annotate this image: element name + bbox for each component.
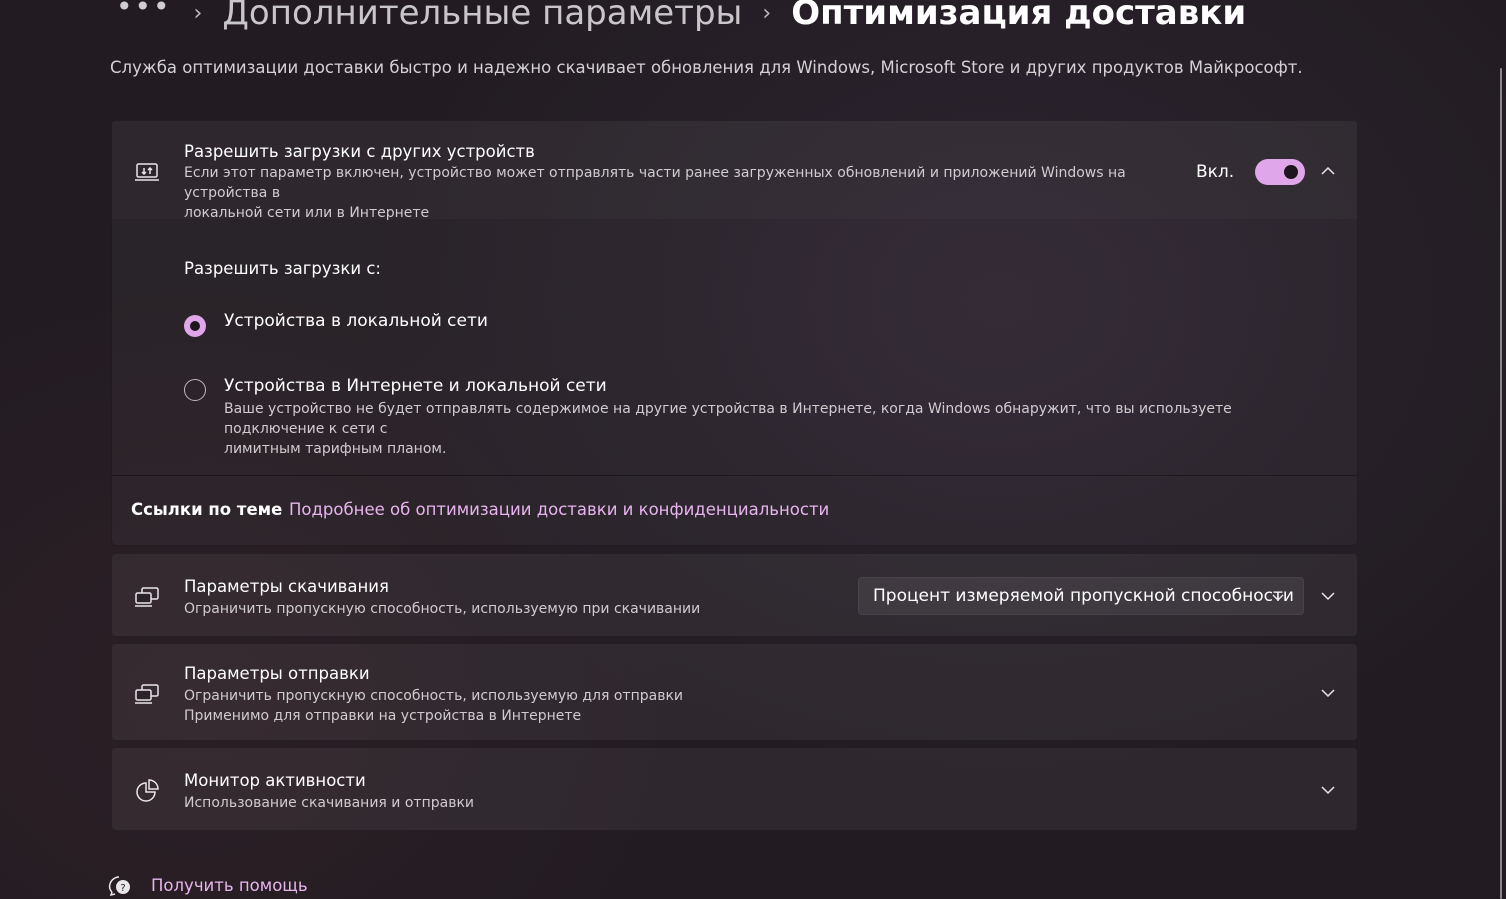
radio-local-network-label[interactable]: Устройства в локальной сети xyxy=(224,311,488,331)
allow-downloads-toggle[interactable] xyxy=(1255,159,1305,185)
allow-downloads-subtitle: Если этот параметр включен, устройство м… xyxy=(184,163,1184,223)
related-links: Ссылки по теме Подробнее об оптимизации … xyxy=(111,475,1358,546)
activity-monitor-subtitle: Использование скачивания и отправки xyxy=(184,795,474,811)
activity-monitor-title: Монитор активности xyxy=(184,771,366,790)
toggle-state-label: Вкл. xyxy=(1196,162,1235,182)
allow-downloads-expanded: Разрешить загрузки с: Устройства в локал… xyxy=(111,219,1358,475)
pie-chart-icon xyxy=(136,779,159,802)
breadcrumb-parent-link[interactable]: Дополнительные параметры xyxy=(222,0,742,33)
radio-internet-and-local[interactable] xyxy=(184,379,206,401)
chevron-right-icon: › xyxy=(193,0,203,26)
breadcrumb: ••• › Дополнительные параметры › Оптимиз… xyxy=(116,0,1246,40)
download-limit-dropdown[interactable]: Процент измеряемой пропускной способност… xyxy=(858,577,1304,615)
radio-description-line1: Ваше устройство не будет отправлять соде… xyxy=(224,401,1232,437)
pc-sync-icon xyxy=(135,163,159,181)
toggle-knob xyxy=(1284,165,1298,179)
activity-monitor-card[interactable]: Монитор активности Использование скачива… xyxy=(111,747,1358,831)
allow-from-label: Разрешить загрузки с: xyxy=(184,259,381,278)
upload-settings-card[interactable]: Параметры отправки Ограничить пропускную… xyxy=(111,643,1358,741)
devices-icon xyxy=(135,684,159,704)
allow-downloads-title: Разрешить загрузки с других устройств xyxy=(184,142,535,161)
radio-description-line2: лимитным тарифным планом. xyxy=(224,441,447,457)
download-limit-dropdown-value: Процент измеряемой пропускной способност… xyxy=(873,586,1294,606)
upload-settings-title: Параметры отправки xyxy=(184,664,370,683)
page-description: Служба оптимизации доставки быстро и над… xyxy=(110,58,1303,77)
more-icon[interactable]: ••• xyxy=(116,0,172,21)
allow-downloads-card[interactable]: Разрешить загрузки с других устройств Ес… xyxy=(111,120,1358,223)
download-settings-subtitle: Ограничить пропускную способность, испол… xyxy=(184,601,701,617)
related-links-heading: Ссылки по теме xyxy=(131,500,283,519)
chevron-up-icon[interactable] xyxy=(1319,162,1337,180)
radio-local-network[interactable] xyxy=(184,315,206,337)
upload-settings-subtitle-line2: Применимо для отправки на устройства в И… xyxy=(184,708,582,724)
radio-internet-and-local-description: Ваше устройство не будет отправлять соде… xyxy=(224,399,1324,459)
get-help[interactable]: ? Получить помощь xyxy=(108,872,308,898)
help-chat-icon: ? xyxy=(108,876,130,897)
download-settings-title: Параметры скачивания xyxy=(184,577,389,596)
chevron-down-icon[interactable] xyxy=(1319,684,1337,702)
devices-icon xyxy=(135,587,159,607)
chevron-down-icon[interactable] xyxy=(1319,587,1337,605)
allow-downloads-subtitle-line1: Если этот параметр включен, устройство м… xyxy=(184,165,1126,201)
radio-internet-and-local-label[interactable]: Устройства в Интернете и локальной сети xyxy=(224,376,607,396)
privacy-link[interactable]: Подробнее об оптимизации доставки и конф… xyxy=(289,500,829,519)
download-settings-card[interactable]: Параметры скачивания Ограничить пропускн… xyxy=(111,553,1358,637)
get-help-link[interactable]: Получить помощь xyxy=(151,876,308,895)
svg-text:?: ? xyxy=(120,883,125,894)
page-title: Оптимизация доставки xyxy=(791,0,1247,33)
chevron-down-icon xyxy=(1272,594,1284,601)
chevron-down-icon[interactable] xyxy=(1319,781,1337,799)
scrollbar[interactable] xyxy=(1500,68,1502,899)
chevron-right-icon: › xyxy=(762,0,772,26)
upload-settings-subtitle-line1: Ограничить пропускную способность, испол… xyxy=(184,688,684,704)
upload-settings-subtitle: Ограничить пропускную способность, испол… xyxy=(184,686,683,726)
